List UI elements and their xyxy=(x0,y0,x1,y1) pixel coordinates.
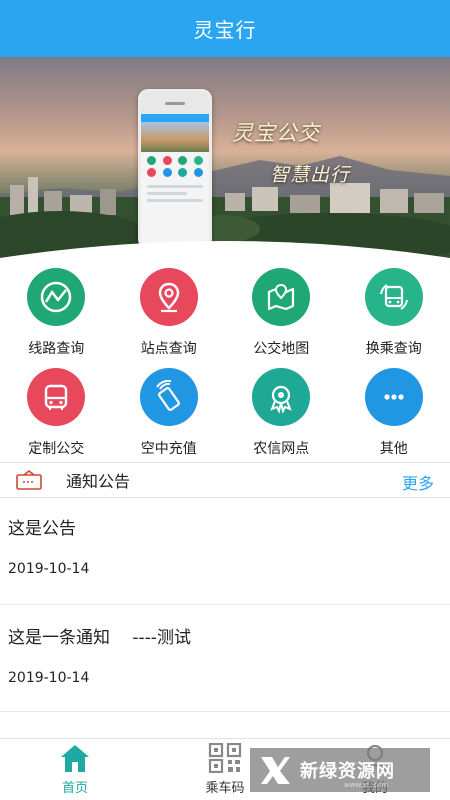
entry-station-query[interactable]: 站点查询 xyxy=(113,262,226,362)
location-pin-icon xyxy=(139,268,198,326)
entry-route-query[interactable]: 线路查询 xyxy=(0,262,113,362)
feature-grid: 线路查询 站点查询 公交地图 换乘查询 定制公交 空中充值 农信网点 其他 xyxy=(0,262,450,462)
entry-label: 其他 xyxy=(379,441,408,457)
bus-transfer-icon xyxy=(364,268,423,326)
notice-board-icon xyxy=(16,470,42,490)
notice-item[interactable]: 这是公告 2019-10-14 xyxy=(0,498,450,605)
phone-icon-grid xyxy=(141,152,209,181)
notice-item-title: 这是一条通知 ----测试 xyxy=(8,628,191,648)
watermark-subtext: www.xl..com xyxy=(344,781,389,789)
phone-mockup xyxy=(138,89,212,249)
notice-more-link[interactable]: 更多 xyxy=(402,470,434,494)
phone-recharge-icon xyxy=(139,368,198,426)
entry-label: 公交地图 xyxy=(253,341,310,357)
route-icon xyxy=(27,268,86,326)
watermark-overlay: 新绿资源网 xyxy=(250,748,430,792)
entry-label: 换乘查询 xyxy=(365,341,422,357)
entry-air-recharge[interactable]: 空中充值 xyxy=(113,362,226,462)
notice-item-title: 这是公告 xyxy=(8,519,76,539)
entry-label: 线路查询 xyxy=(28,341,85,357)
phone-screen-image xyxy=(141,122,209,152)
entry-label: 空中充值 xyxy=(140,441,197,457)
app-title: 灵宝行 xyxy=(193,18,257,42)
watermark-text: 新绿资源网 xyxy=(300,761,395,782)
bus-icon xyxy=(27,368,86,426)
entry-label: 定制公交 xyxy=(28,441,85,457)
entry-label: 农信网点 xyxy=(253,441,310,457)
entry-transfer-query[interactable]: 换乘查询 xyxy=(338,262,450,362)
notice-item-date: 2019-10-14 xyxy=(8,561,90,577)
banner-caption-smart-travel: 智慧出行 xyxy=(270,164,351,186)
more-icon xyxy=(364,368,423,426)
phone-speaker-area xyxy=(141,92,209,114)
badge-icon xyxy=(252,368,311,426)
entry-bus-map[interactable]: 公交地图 xyxy=(225,262,338,362)
notice-title: 通知公告 xyxy=(66,472,131,491)
phone-status-bar xyxy=(141,114,209,122)
tab-home[interactable]: 首页 xyxy=(0,739,150,800)
app-header: 灵宝行 xyxy=(0,0,450,57)
entry-rural-credit-outlets[interactable]: 农信网点 xyxy=(225,362,338,462)
qr-code-icon xyxy=(208,743,242,773)
map-icon xyxy=(252,268,311,326)
notice-item-date: 2019-10-14 xyxy=(8,670,90,686)
entry-custom-bus[interactable]: 定制公交 xyxy=(0,362,113,462)
entry-other[interactable]: 其他 xyxy=(338,362,450,462)
watermark-logo-icon xyxy=(261,757,290,784)
home-icon xyxy=(61,745,89,772)
notice-item[interactable]: 这是一条通知 ----测试 2019-10-14 xyxy=(0,605,450,712)
tab-label: 乘车码 xyxy=(205,781,245,796)
entry-label: 站点查询 xyxy=(140,341,197,357)
banner-caption-bus: 灵宝公交 xyxy=(232,121,320,145)
tab-label: 首页 xyxy=(61,781,88,796)
notice-header: 通知公告 更多 xyxy=(0,462,450,498)
